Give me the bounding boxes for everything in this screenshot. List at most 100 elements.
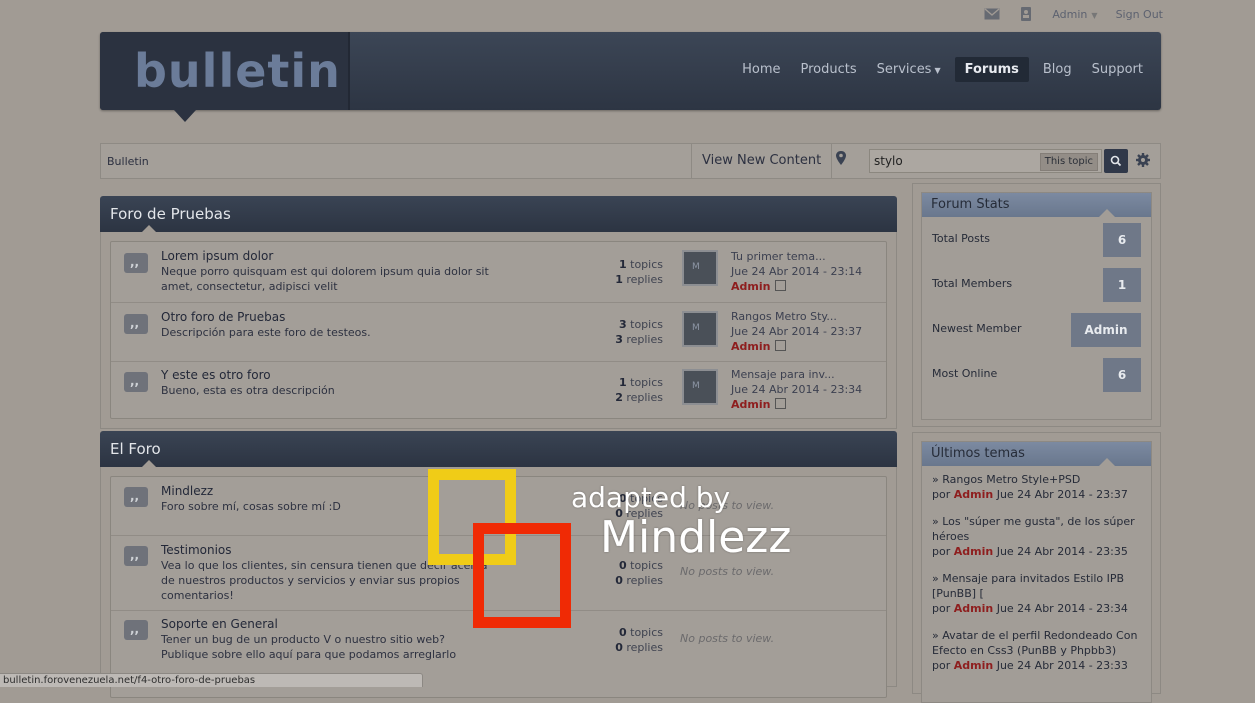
latest-topic-title[interactable]: » Avatar de el perfil Redondeado Con Efe… (932, 629, 1137, 657)
stat-value: 1 (1103, 268, 1141, 302)
category-title[interactable]: Foro de Pruebas (110, 205, 231, 223)
last-post: Mensaje para inv... Jue 24 Abr 2014 - 23:… (731, 367, 862, 412)
last-post-title[interactable]: Tu primer tema... (731, 250, 826, 263)
forum-row[interactable]: ,, Lorem ipsum dolor Neque porro quisqua… (111, 242, 886, 303)
avatar[interactable]: M (682, 311, 718, 347)
forum-row[interactable]: ,, Y este es otro foro Bueno, esta es ot… (111, 362, 886, 418)
forum-title[interactable]: Mindlezz (161, 484, 213, 498)
user-menu[interactable]: Admin ▼ (1052, 8, 1097, 21)
map-pin-icon[interactable] (834, 150, 848, 168)
envelope-icon[interactable] (984, 7, 1000, 21)
forum-status-icon: ,, (124, 546, 148, 566)
contact-card-icon[interactable] (1018, 7, 1034, 21)
no-posts-text: No posts to view. (680, 632, 775, 645)
nav-home[interactable]: Home (736, 57, 786, 82)
forum-status-icon: ,, (124, 487, 148, 507)
avatar[interactable]: M (682, 369, 718, 405)
forum-description: Bueno, esta es otra descripción (161, 384, 335, 397)
logo-notch (174, 110, 196, 122)
forum-stats: 0 topics 0 replies (615, 626, 663, 654)
forum-status-icon: ,, (124, 253, 148, 273)
latest-topic-date: Jue 24 Abr 2014 - 23:37 (996, 488, 1128, 501)
nav-forums[interactable]: Forums (954, 57, 1029, 82)
stat-label: Newest Member (932, 322, 1022, 335)
view-new-content-link[interactable]: View New Content (691, 144, 833, 178)
forum-description: Tener un bug de un producto V o nuestro … (161, 633, 457, 661)
latest-topics-widget: Últimos temas » Rangos Metro Style+PSD po… (921, 441, 1152, 703)
newest-member-link[interactable]: Admin (1071, 313, 1141, 347)
goto-post-icon[interactable] (775, 340, 787, 351)
forum-title[interactable]: Y este es otro foro (161, 368, 271, 382)
last-post-title[interactable]: Mensaje para inv... (731, 368, 835, 381)
forum-stats: 1 topics 1 replies (615, 258, 663, 286)
last-post-date: Jue 24 Abr 2014 - 23:37 (731, 325, 863, 338)
widget-title: Forum Stats (931, 197, 1010, 212)
latest-topic-item: » Avatar de el perfil Redondeado Con Efe… (932, 629, 1138, 672)
latest-topic-user[interactable]: Admin (954, 488, 993, 501)
nav-services[interactable]: Services ▼ (871, 57, 947, 82)
nav-support[interactable]: Support (1086, 57, 1149, 82)
site-logo[interactable]: bulletin (134, 46, 341, 96)
latest-topic-title[interactable]: » Los "súper me gusta", de los súper hér… (932, 515, 1135, 543)
breadcrumb[interactable]: Bulletin (107, 155, 149, 168)
breadcrumb-bar: Bulletin View New Content stylo This top… (100, 143, 1161, 179)
forum-title[interactable]: Lorem ipsum dolor (161, 249, 273, 263)
latest-topic-user[interactable]: Admin (954, 545, 993, 558)
avatar[interactable]: M (682, 250, 718, 286)
forum-title[interactable]: Soporte en General (161, 617, 278, 631)
category-title[interactable]: El Foro (110, 440, 161, 458)
logo-panel: bulletin (100, 32, 350, 110)
stat-label: Most Online (932, 367, 998, 380)
latest-topic-user[interactable]: Admin (954, 659, 993, 672)
forum-description: Descripción para este foro de testeos. (161, 326, 371, 339)
widget-title: Últimos temas (931, 446, 1025, 461)
forum-description: Neque porro quisquam est qui dolorem ips… (161, 265, 489, 293)
forum-status-icon: ,, (124, 372, 148, 392)
latest-topic-item: » Los "súper me gusta", de los súper hér… (932, 515, 1135, 558)
caret-down-icon: ▼ (934, 66, 941, 75)
forum-row[interactable]: ,, Otro foro de Pruebas Descripción para… (111, 303, 886, 362)
last-post-user[interactable]: Admin (731, 340, 770, 353)
forum-list: ,, Lorem ipsum dolor Neque porro quisqua… (110, 241, 887, 419)
no-posts-text: No posts to view. (680, 565, 775, 578)
main-nav: Home Products Services ▼ Forums Blog Supp… (736, 57, 1149, 82)
goto-post-icon[interactable] (775, 280, 787, 291)
latest-topic-date: Jue 24 Abr 2014 - 23:33 (996, 659, 1128, 672)
forum-stats-widget: Forum Stats Total Posts 6 Total Members 1 … (921, 192, 1152, 420)
widget-header: Últimos temas (922, 442, 1151, 466)
last-post-user[interactable]: Admin (731, 280, 770, 293)
latest-topic-title[interactable]: » Rangos Metro Style+PSD (932, 473, 1080, 486)
sidebar-forum-stats: Forum Stats Total Posts 6 Total Members 1 … (912, 183, 1161, 427)
last-post-date: Jue 24 Abr 2014 - 23:14 (731, 265, 863, 278)
nav-products[interactable]: Products (795, 57, 863, 82)
sidebar-latest-topics: Últimos temas » Rangos Metro Style+PSD po… (912, 432, 1161, 703)
last-post-user[interactable]: Admin (731, 398, 770, 411)
search-button[interactable] (1104, 149, 1128, 173)
search-field[interactable]: stylo This topic (869, 149, 1102, 173)
last-post: Tu primer tema... Jue 24 Abr 2014 - 23:14… (731, 249, 862, 294)
latest-topic-date: Jue 24 Abr 2014 - 23:35 (996, 545, 1128, 558)
forum-title[interactable]: Testimonios (161, 543, 232, 557)
latest-topic-date: Jue 24 Abr 2014 - 23:34 (996, 602, 1128, 615)
category-header: El Foro (100, 431, 897, 467)
latest-topic-user[interactable]: Admin (954, 602, 993, 615)
search-icon (1110, 155, 1122, 167)
forum-title[interactable]: Otro foro de Pruebas (161, 310, 285, 324)
watermark-text: adapted by (571, 481, 731, 514)
forum-stats: 3 topics 3 replies (615, 318, 663, 346)
stat-label: Total Members (932, 277, 1013, 290)
search-scope-tag[interactable]: This topic (1039, 153, 1098, 171)
username-label: Admin (1052, 7, 1088, 21)
last-post-title[interactable]: Rangos Metro Sty... (731, 310, 837, 323)
nav-blog[interactable]: Blog (1037, 57, 1078, 82)
latest-topic-item: » Rangos Metro Style+PSD por Admin Jue 24… (932, 473, 1128, 501)
goto-post-icon[interactable] (775, 398, 787, 409)
sign-out-link[interactable]: Sign Out (1116, 8, 1163, 21)
stat-label: Total Posts (932, 232, 990, 245)
gear-icon[interactable] (1135, 152, 1151, 168)
stat-row: Most Online 6 (922, 352, 1151, 397)
widget-notch (1099, 209, 1115, 217)
category-notch (142, 225, 156, 232)
latest-topic-title[interactable]: » Mensaje para invitados Estilo IPB [Pun… (932, 572, 1124, 600)
search-input[interactable]: stylo (874, 154, 903, 168)
